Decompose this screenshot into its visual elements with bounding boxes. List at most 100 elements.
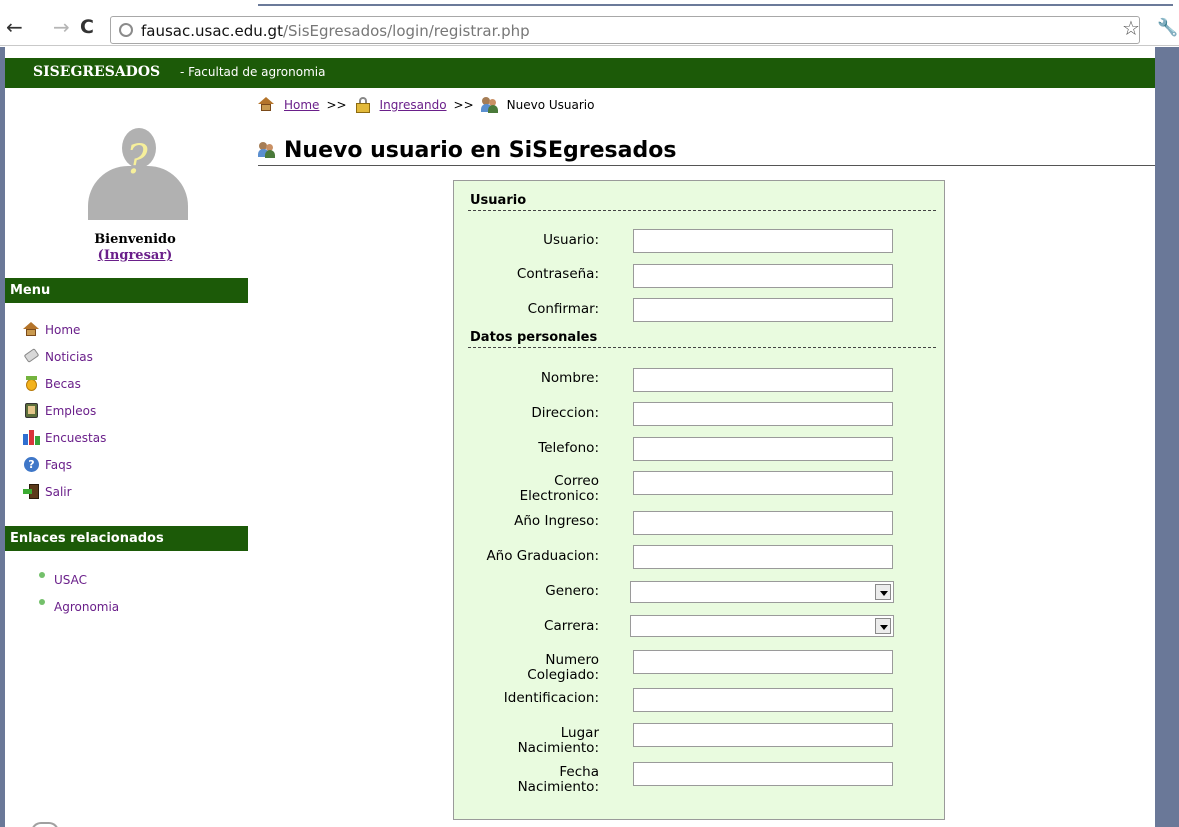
anio-ingreso-input[interactable]	[633, 511, 893, 535]
label-line: Fecha	[559, 764, 599, 780]
label-line: Numero	[545, 652, 599, 668]
menu-item-label: Salir	[45, 484, 72, 499]
confirm-password-input[interactable]	[633, 298, 893, 322]
correo-input[interactable]	[633, 471, 893, 495]
sidebar: ? Bienvenido (Ingresar) Menu Home Notici…	[5, 88, 248, 827]
bullet-icon	[39, 571, 45, 578]
label-line: Lugar	[560, 725, 599, 741]
menu-item-label: Home	[45, 322, 81, 337]
menu-item-label: Noticias	[45, 349, 93, 364]
help-icon: ?	[23, 457, 40, 472]
login-link[interactable]: (Ingresar)	[5, 248, 265, 263]
chevron-down-icon[interactable]	[875, 584, 891, 600]
label-line: Colegiado:	[527, 667, 599, 683]
site-header: SISEGRESADOS - Facultad de agronomia	[5, 58, 1155, 88]
telefono-input[interactable]	[633, 437, 893, 461]
lock-icon	[354, 97, 372, 113]
browser-toolbar: ← → C fausac.usac.edu.gt/SisEgresados/lo…	[0, 0, 1179, 46]
users-icon	[480, 97, 499, 113]
menu-item-empleos[interactable]: Empleos	[23, 397, 106, 424]
related-links-title: Enlaces relacionados	[5, 526, 248, 551]
label-line: Correo	[554, 473, 599, 489]
nombre-label: Nombre:	[540, 370, 599, 386]
url-path: /SisEgresados/login/registrar.php	[282, 22, 530, 40]
identificacion-input[interactable]	[633, 688, 893, 712]
colegiado-input[interactable]	[633, 650, 893, 674]
page-title: Nuevo usuario en SiSEgresados	[258, 138, 676, 163]
medal-icon	[23, 376, 40, 391]
label-line: Electronico:	[519, 488, 599, 504]
nombre-input[interactable]	[633, 368, 893, 392]
book-icon	[23, 403, 40, 418]
menu-list: Home Noticias Becas Empleos Encuestas ? …	[23, 316, 106, 505]
menu-item-label: Empleos	[45, 403, 97, 418]
forward-icon[interactable]: →	[53, 17, 70, 37]
bar-chart-icon	[23, 430, 40, 445]
page-edge-strip	[1155, 47, 1179, 827]
menu-item-noticias[interactable]: Noticias	[23, 343, 106, 370]
genero-select[interactable]	[630, 581, 894, 603]
carrera-label: Carrera:	[544, 618, 599, 634]
telefono-label: Telefono:	[538, 440, 599, 456]
tag-icon	[23, 348, 40, 364]
menu-item-becas[interactable]: Becas	[23, 370, 106, 397]
menu-item-label: Encuestas	[45, 430, 107, 445]
usuario-input[interactable]	[633, 229, 893, 253]
site-subtitle: - Facultad de agronomia	[180, 65, 326, 79]
menu-item-label: Becas	[45, 376, 81, 391]
exit-icon	[23, 484, 40, 499]
section-divider	[468, 347, 936, 348]
address-bar[interactable]: fausac.usac.edu.gt/SisEgresados/login/re…	[110, 16, 1140, 44]
fecha-nacimiento-label: Fecha Nacimiento:	[454, 765, 599, 795]
wrench-icon[interactable]: 🔧	[1157, 18, 1178, 38]
menu-item-faqs[interactable]: ? Faqs	[23, 451, 106, 478]
registration-form: Usuario Usuario: Contraseña: Confirmar: …	[453, 180, 945, 820]
fecha-nacimiento-input[interactable]	[633, 762, 893, 786]
link-agronomia[interactable]: Agronomia	[39, 593, 119, 620]
menu-item-home[interactable]: Home	[23, 316, 106, 343]
identificacion-label: Identificacion:	[503, 690, 599, 706]
breadcrumb-separator: >>	[453, 98, 474, 112]
direccion-input[interactable]	[633, 402, 893, 426]
menu-item-salir[interactable]: Salir	[23, 478, 106, 505]
section-personales-title: Datos personales	[470, 330, 598, 345]
welcome-text: Bienvenido	[94, 232, 176, 247]
anio-ingreso-label: Año Ingreso:	[514, 513, 599, 529]
home-icon	[23, 322, 40, 337]
globe-icon	[119, 23, 133, 37]
partial-icon	[31, 822, 59, 827]
password-input[interactable]	[633, 264, 893, 288]
lugar-nacimiento-label: Lugar Nacimiento:	[454, 726, 599, 756]
page-title-text: Nuevo usuario en SiSEgresados	[284, 138, 677, 163]
lugar-nacimiento-input[interactable]	[633, 723, 893, 747]
breadcrumb-current: Nuevo Usuario	[506, 98, 595, 112]
breadcrumb-home[interactable]: Home	[284, 98, 319, 112]
users-icon	[258, 141, 276, 160]
chevron-down-icon[interactable]	[875, 618, 891, 634]
usuario-label: Usuario:	[543, 232, 599, 248]
back-icon[interactable]: ←	[6, 17, 23, 37]
bullet-icon	[39, 598, 45, 605]
menu-item-encuestas[interactable]: Encuestas	[23, 424, 106, 451]
breadcrumb: Home >> Ingresando >> Nuevo Usuario	[258, 97, 594, 113]
link-usac[interactable]: USAC	[39, 566, 119, 593]
bookmark-star-icon[interactable]: ☆	[1122, 16, 1140, 40]
direccion-label: Direccion:	[531, 405, 599, 421]
section-divider	[468, 210, 936, 211]
anio-graduacion-input[interactable]	[633, 545, 893, 569]
url-host: fausac.usac.edu.gt	[141, 22, 283, 40]
tab-strip-edge	[258, 4, 1173, 6]
genero-label: Genero:	[545, 583, 599, 599]
breadcrumb-ingresando[interactable]: Ingresando	[380, 98, 447, 112]
confirmar-label: Confirmar:	[527, 301, 599, 317]
carrera-select[interactable]	[630, 615, 894, 637]
url-text[interactable]: fausac.usac.edu.gt/SisEgresados/login/re…	[141, 22, 530, 40]
reload-icon[interactable]: C	[80, 17, 94, 37]
breadcrumb-separator: >>	[326, 98, 347, 112]
menu-title: Menu	[5, 278, 248, 303]
link-label: USAC	[54, 572, 87, 587]
section-usuario-title: Usuario	[470, 193, 527, 208]
contrasena-label: Contraseña:	[516, 266, 599, 282]
related-links-list: USAC Agronomia	[39, 566, 119, 620]
home-icon	[258, 97, 276, 113]
